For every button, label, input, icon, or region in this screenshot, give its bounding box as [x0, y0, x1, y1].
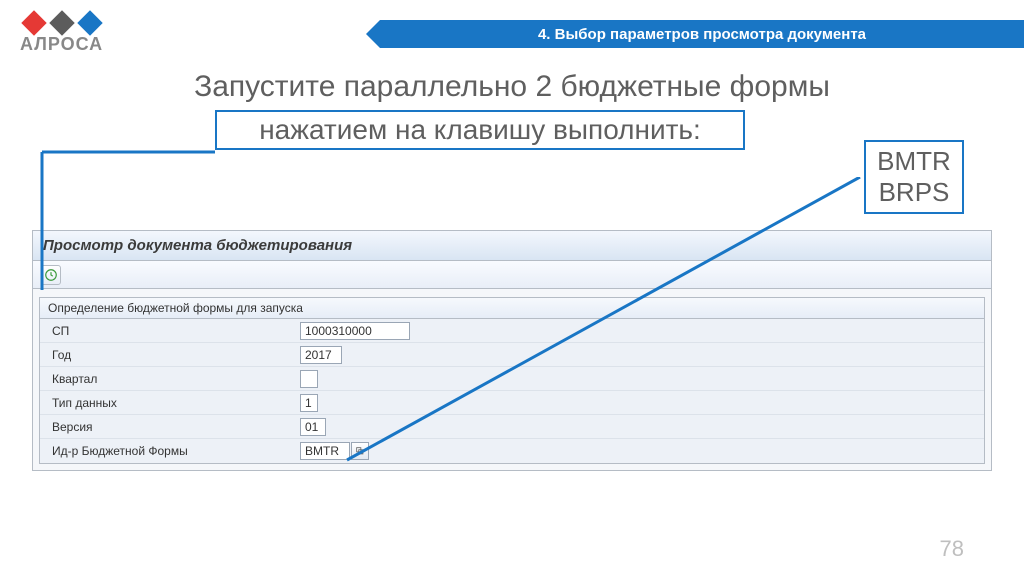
logo-diamonds — [21, 10, 103, 32]
label-quarter: Квартал — [40, 372, 300, 386]
search-help-icon — [355, 446, 365, 456]
input-form-id[interactable] — [300, 442, 350, 460]
clock-execute-icon — [44, 268, 58, 282]
input-type[interactable] — [300, 394, 318, 412]
execute-button[interactable] — [41, 265, 61, 285]
row-form-id: Ид-р Бюджетной Формы — [40, 439, 984, 463]
sap-group-title: Определение бюджетной формы для запуска — [40, 298, 984, 319]
section-banner: 4. Выбор параметров просмотра документа — [380, 20, 1024, 48]
diamond-grey-icon — [49, 10, 74, 35]
sap-toolbar — [33, 261, 991, 289]
row-type: Тип данных — [40, 391, 984, 415]
sap-window: Просмотр документа бюджетирования Опреде… — [32, 230, 992, 471]
row-version: Версия — [40, 415, 984, 439]
form-codes-callout: BMTR BRPS — [864, 140, 964, 214]
instruction-line2: нажатием на клавишу выполнить: — [259, 114, 701, 146]
label-sp: СП — [40, 324, 300, 338]
diamond-red-icon — [21, 10, 46, 35]
row-sp: СП — [40, 319, 984, 343]
label-form-id: Ид-р Бюджетной Формы — [40, 444, 300, 458]
label-type: Тип данных — [40, 396, 300, 410]
input-year[interactable] — [300, 346, 342, 364]
row-quarter: Квартал — [40, 367, 984, 391]
page-number: 78 — [940, 536, 964, 562]
input-quarter[interactable] — [300, 370, 318, 388]
row-year: Год — [40, 343, 984, 367]
logo-text: АЛРОСА — [20, 34, 103, 55]
banner-text: 4. Выбор параметров просмотра документа — [538, 26, 866, 43]
form-id-lookup-button[interactable] — [351, 442, 369, 460]
code-brps: BRPS — [879, 177, 950, 208]
sap-window-title: Просмотр документа бюджетирования — [43, 237, 352, 254]
sap-field-group: Определение бюджетной формы для запуска … — [39, 297, 985, 464]
code-bmtr: BMTR — [877, 146, 951, 177]
sap-title-bar: Просмотр документа бюджетирования — [33, 231, 991, 261]
instruction-line1: Запустите параллельно 2 бюджетные формы — [0, 70, 1024, 104]
label-version: Версия — [40, 420, 300, 434]
input-version[interactable] — [300, 418, 326, 436]
company-logo: АЛРОСА — [20, 10, 103, 55]
instruction-line2-box: нажатием на клавишу выполнить: — [215, 110, 745, 150]
diamond-blue-icon — [77, 10, 102, 35]
input-sp[interactable] — [300, 322, 410, 340]
label-year: Год — [40, 348, 300, 362]
